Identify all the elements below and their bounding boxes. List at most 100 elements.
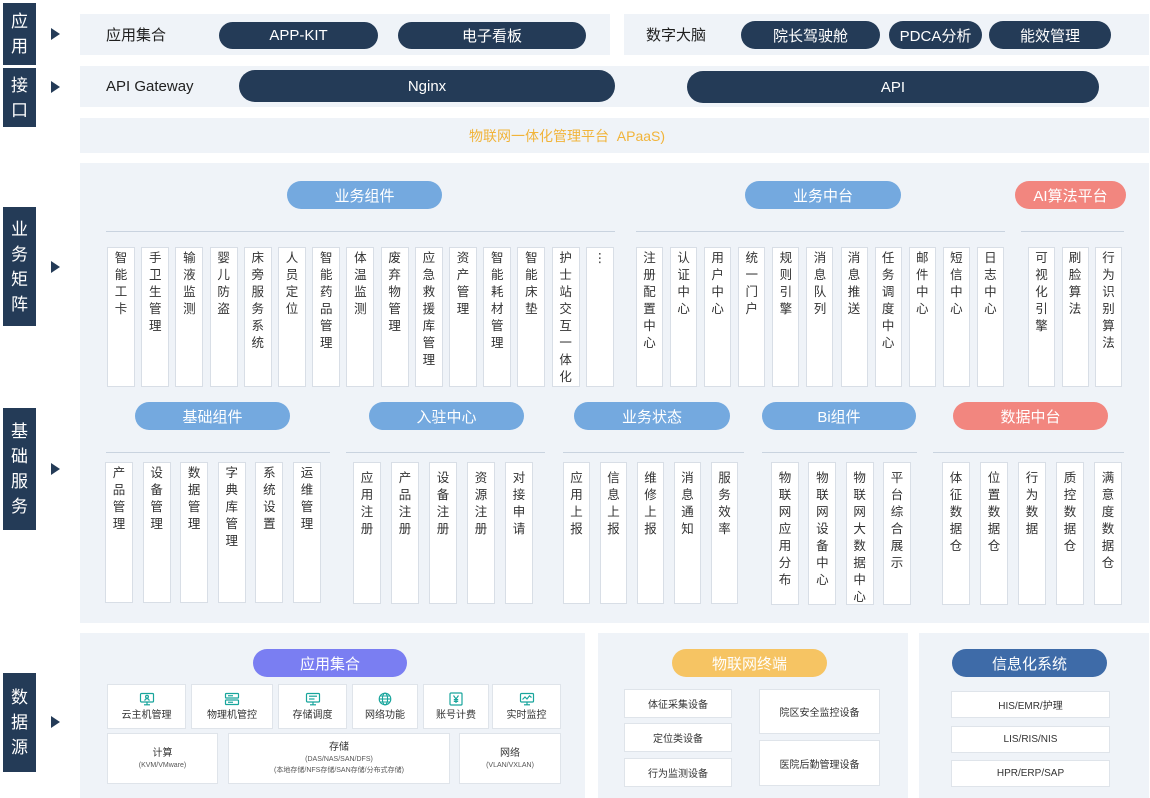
resource-tile-detail: (VLAN/VXLAN): [486, 761, 534, 769]
side-label-interface: 接口: [3, 68, 36, 127]
side-label-data-source-text: 数据源: [11, 688, 28, 757]
data-warehouse-card: 行为数据: [1018, 462, 1046, 605]
feature-tile-network: 网络功能: [352, 684, 418, 729]
server-icon: [224, 692, 240, 706]
basic-component-card: 字典库管理: [217, 462, 246, 603]
feature-tile-label: 账号计费: [436, 709, 476, 721]
onboarding-card: 设备注册: [429, 462, 457, 604]
basic-component-card: 产品管理: [105, 462, 133, 603]
resource-tile-network: 网络 (VLAN/VXLAN): [459, 733, 561, 784]
resource-tile-detail: (DAS/NAS/SAN/DFS): [305, 756, 373, 763]
business-component-card: 智能耗材管理: [483, 247, 512, 387]
divider: [106, 452, 330, 453]
onboarding-card: 应用注册: [353, 462, 381, 604]
middle-platform-card: 统一门户: [738, 247, 766, 387]
resource-tile-compute: 计算 (KVM/VMware): [107, 733, 218, 784]
business-component-card: 人员定位: [278, 247, 307, 387]
business-status-card: 维修上报: [637, 462, 664, 604]
iot-device-tile: 医院后勤管理设备: [759, 740, 880, 786]
business-components-pill: 业务组件: [287, 181, 442, 209]
monitor-icon: [139, 692, 155, 706]
iot-device-tile: 院区安全监控设备: [759, 689, 880, 734]
dean-cockpit-pill: 院长驾驶舱: [741, 21, 880, 49]
feature-tile-storage-scheduling: 存储调度: [278, 684, 347, 729]
nginx-pill: Nginx: [239, 70, 615, 102]
business-status-card: 消息通知: [674, 462, 701, 604]
bi-component-card: 物联网应用分布: [771, 462, 799, 605]
side-label-interface-text: 接口: [11, 75, 28, 120]
ai-algorithm-card: 刷脸算法: [1061, 247, 1089, 387]
onboarding-card: 产品注册: [391, 462, 419, 604]
business-component-card: 废弃物管理: [380, 247, 409, 387]
business-component-card: 婴儿防盗: [209, 247, 238, 387]
resource-tile-title: 计算: [152, 747, 173, 759]
information-system-tile: LIS/RIS/NIS: [951, 726, 1110, 753]
arrow-right-icon: [51, 81, 60, 93]
basic-component-card: 数据管理: [180, 462, 209, 603]
basic-component-card: 运维管理: [292, 462, 321, 603]
bi-component-card: 平台综合展示: [882, 462, 911, 605]
app-kit-pill: APP-KIT: [219, 22, 378, 49]
onboarding-center-cards: 应用注册 产品注册 设备注册 资源注册 对接申请: [353, 462, 533, 604]
middle-platform-card: 消息推送: [840, 247, 868, 387]
divider: [346, 452, 545, 453]
divider: [636, 231, 1005, 232]
business-component-card: 智能药品管理: [312, 247, 341, 387]
side-label-business-matrix-text: 业务矩阵: [11, 219, 28, 314]
app-collection-source-pill: 应用集合: [253, 649, 407, 677]
middle-platform-card: 邮件中心: [908, 247, 936, 387]
ai-algorithm-card: 可视化引擎: [1028, 247, 1055, 387]
divider: [563, 452, 744, 453]
ai-algorithm-card: 行为识别算法: [1095, 247, 1122, 387]
side-label-application-text: 应用: [11, 12, 28, 56]
data-warehouse-card: 满意度数据仓: [1094, 462, 1122, 605]
feature-tile-label: 云主机管理: [121, 709, 172, 721]
iot-device-tile: 体征采集设备: [624, 689, 732, 718]
business-status-card: 服务效率: [711, 462, 738, 604]
side-label-basic-services: 基础服务: [3, 408, 36, 530]
side-label-data-source: 数据源: [3, 673, 36, 772]
feature-tile-label: 物理机管控: [207, 709, 257, 721]
data-warehouse-card: 体征数据仓: [942, 462, 970, 605]
iot-device-tile: 行为监测设备: [624, 758, 732, 787]
side-label-business-matrix: 业务矩阵: [3, 207, 36, 326]
divider: [762, 452, 917, 453]
business-component-card: 手卫生管理: [141, 247, 170, 387]
business-status-card: 信息上报: [600, 462, 627, 604]
yen-icon: [448, 691, 464, 706]
business-component-card: 智能床垫: [517, 247, 546, 387]
monitor-chart-icon: [519, 692, 535, 706]
bi-components-cards: 物联网应用分布 物联网设备中心 物联网大数据中心 平台综合展示: [771, 462, 911, 605]
arrow-right-icon: [51, 28, 60, 40]
feature-tile-billing: 账号计费: [423, 684, 489, 729]
energy-management-pill: 能效管理: [989, 21, 1111, 49]
arrow-right-icon: [51, 716, 60, 728]
middle-platform-card: 短信中心: [942, 247, 970, 387]
business-status-pill: 业务状态: [574, 402, 730, 430]
data-middle-platform-pill: 数据中台: [953, 402, 1108, 430]
business-component-card: 应急救援库管理: [414, 247, 443, 387]
basic-component-card: 系统设置: [255, 462, 284, 603]
middle-platform-card: 用户中心: [704, 247, 732, 387]
storage-screen-icon: [305, 692, 321, 706]
business-component-card: 智能工卡: [107, 247, 135, 387]
data-warehouse-card: 质控数据仓: [1056, 462, 1084, 605]
business-component-card: 体温监测: [346, 247, 375, 387]
resource-tile-detail: (本地存储/NFS存储/SAN存储/分布式存储): [274, 767, 404, 774]
onboarding-center-pill: 入驻中心: [369, 402, 524, 430]
bi-component-card: 物联网大数据中心: [845, 462, 874, 605]
onboarding-card: 对接申请: [505, 462, 533, 604]
business-status-cards: 应用上报 信息上报 维修上报 消息通知 服务效率: [563, 462, 738, 604]
platform-banner-title: 物联网一体化管理平台 APaaS): [469, 127, 666, 144]
feature-tile-label: 网络功能: [365, 709, 405, 721]
business-component-card: 床旁服务系统: [243, 247, 272, 387]
middle-platform-card: 日志中心: [976, 247, 1004, 387]
side-label-basic-services-text: 基础服务: [11, 422, 28, 516]
information-systems-pill: 信息化系统: [952, 649, 1107, 677]
more-ellipsis-card: ⋮: [585, 247, 614, 387]
globe-icon: [377, 692, 393, 706]
basic-components-cards: 产品管理 设备管理 数据管理 字典库管理 系统设置 运维管理: [105, 462, 321, 603]
business-middle-platform-pill: 业务中台: [745, 181, 901, 209]
arrow-right-icon: [51, 463, 60, 475]
iot-device-tile: 定位类设备: [624, 723, 732, 752]
